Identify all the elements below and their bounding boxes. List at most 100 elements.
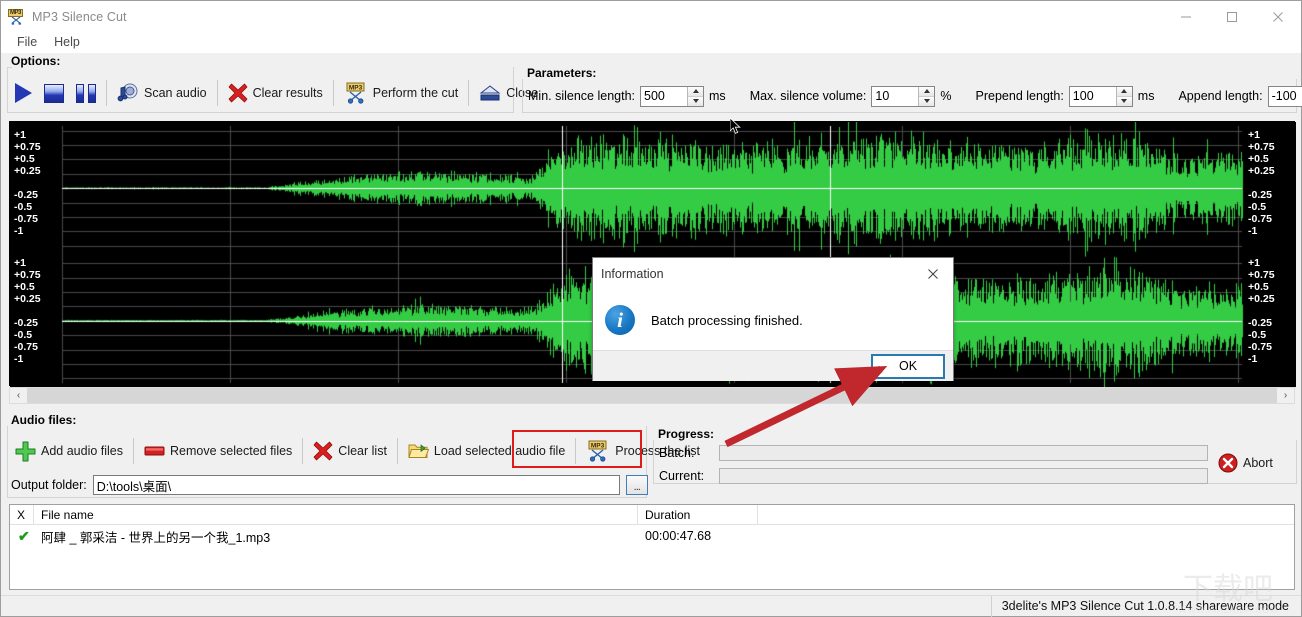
audio-files-toolbar: Add audio files Remove selected files Cl…	[9, 435, 706, 467]
mp3-scissors-icon: MP3	[344, 82, 368, 104]
max-silence-volume-spin-buttons[interactable]	[918, 86, 935, 106]
toolbar-divider	[396, 438, 398, 464]
remove-selected-files-label: Remove selected files	[170, 444, 293, 458]
file-list[interactable]: X File name Duration ✔ 阿肆 _ 郭采洁 - 世界上的另一…	[9, 504, 1295, 590]
toolbar-divider	[216, 80, 218, 106]
waveform-axis-tick: +0.25	[1248, 293, 1275, 305]
waveform-axis-tick: +1	[1248, 257, 1260, 269]
prepend-length-unit: ms	[1137, 89, 1155, 103]
toolbar-divider	[106, 80, 107, 106]
parameters-row: Min. silence length: ms Max. silence vol…	[528, 84, 1302, 108]
append-length-input[interactable]	[1268, 86, 1302, 106]
perform-the-cut-button[interactable]: MP3 Perform the cut	[338, 76, 464, 110]
red-x-icon	[228, 83, 248, 103]
dialog-close-icon[interactable]	[913, 259, 953, 289]
prepend-length-input[interactable]	[1069, 86, 1116, 106]
spin-up-button[interactable]	[688, 86, 704, 97]
abort-button[interactable]: Abort	[1218, 453, 1273, 473]
prepend-length-stepper[interactable]	[1068, 85, 1133, 107]
progress-group-label: Progress:	[658, 427, 715, 441]
waveform-axis-tick: +0.5	[14, 281, 35, 293]
waveform-axis-tick: -1	[1248, 353, 1258, 365]
mp3-scissors-icon: MP3	[8, 8, 26, 26]
remove-selected-files-button[interactable]: Remove selected files	[138, 434, 298, 468]
dialog-message: Batch processing finished.	[651, 312, 803, 328]
spin-up-button[interactable]	[1116, 86, 1132, 97]
dialog-title: Information	[601, 267, 664, 281]
column-header-x[interactable]: X	[10, 504, 34, 525]
toolbar-divider	[332, 80, 334, 106]
spin-down-button[interactable]	[919, 96, 935, 106]
toolbar-divider	[468, 80, 470, 106]
play-icon	[15, 83, 32, 103]
spin-down-button[interactable]	[688, 96, 704, 106]
waveform-axis-tick: +0.5	[1248, 281, 1269, 293]
dialog-title-bar: Information	[593, 258, 953, 290]
pause-button[interactable]	[70, 76, 102, 110]
scroll-right-arrow-icon[interactable]: ›	[1277, 388, 1294, 403]
output-folder-input[interactable]	[92, 475, 620, 495]
append-length-label: Append length:	[1178, 89, 1263, 103]
mp3-scissors-icon: MP3	[586, 440, 610, 462]
clear-results-button[interactable]: Clear results	[222, 76, 329, 110]
waveform-axis-tick: +0.75	[14, 141, 41, 153]
table-row[interactable]: ✔ 阿肆 _ 郭采洁 - 世界上的另一个我_1.mp3 00:00:47.68	[10, 525, 1294, 547]
row-file-name: 阿肆 _ 郭采洁 - 世界上的另一个我_1.mp3	[41, 530, 271, 545]
eject-icon	[479, 84, 501, 102]
waveform-axis-tick: -0.75	[14, 341, 38, 353]
maximize-button[interactable]	[1209, 1, 1255, 32]
scroll-track[interactable]	[27, 388, 1277, 403]
minimize-button[interactable]	[1163, 1, 1209, 32]
information-dialog: Information i Batch processing finished.…	[592, 257, 954, 381]
scan-audio-button[interactable]: Scan audio	[111, 76, 213, 110]
max-silence-volume-stepper[interactable]	[871, 85, 936, 107]
spin-up-button[interactable]	[919, 86, 935, 97]
scan-audio-icon	[117, 82, 139, 104]
waveform-axis-tick: +1	[14, 129, 26, 141]
toolbar-divider	[133, 438, 135, 464]
waveform-axis-tick: -0.25	[1248, 189, 1272, 201]
waveform-axis-tick: -0.25	[14, 317, 38, 329]
add-audio-files-button[interactable]: Add audio files	[9, 434, 129, 468]
waveform-axis-tick: +0.75	[14, 269, 41, 281]
waveform-axis-right: +1 +0.75 +0.5 +0.25 -0.25 -0.5 -0.75 -1 +1 +0.75 +…	[1248, 122, 1298, 387]
menu-bar: File Help	[1, 32, 1301, 53]
title-bar: MP3 MP3 Silence Cut	[1, 1, 1301, 32]
max-silence-volume-input[interactable]	[872, 86, 919, 106]
application-window: MP3 MP3 Silence Cut File Help Options: S…	[0, 0, 1302, 617]
max-silence-volume-unit: %	[940, 89, 952, 103]
load-selected-audio-file-button[interactable]: Load selected audio file	[402, 434, 571, 468]
spin-down-button[interactable]	[1116, 96, 1132, 106]
browse-output-folder-button[interactable]: ...	[625, 475, 648, 495]
batch-progress-row: Batch:	[659, 445, 1208, 461]
pause-icon	[76, 83, 96, 103]
min-silence-length-input[interactable]	[641, 86, 688, 106]
add-audio-files-label: Add audio files	[41, 444, 124, 458]
min-silence-length-stepper[interactable]	[640, 85, 705, 107]
column-header-duration[interactable]: Duration	[638, 504, 758, 525]
dialog-ok-button[interactable]: OK	[871, 353, 945, 379]
clear-list-label: Clear list	[338, 444, 387, 458]
append-length-stepper[interactable]	[1267, 85, 1302, 107]
stop-button[interactable]	[38, 76, 70, 110]
waveform-axis-tick: -0.75	[1248, 213, 1272, 225]
min-silence-length-spin-buttons[interactable]	[687, 86, 704, 106]
stop-icon	[44, 83, 64, 103]
column-header-extra[interactable]	[758, 505, 1294, 525]
waveform-axis-tick: -0.5	[1248, 329, 1267, 341]
scroll-left-arrow-icon[interactable]: ‹	[10, 388, 27, 403]
clear-list-button[interactable]: Clear list	[307, 434, 393, 468]
row-duration: 00:00:47.68	[645, 529, 712, 543]
waveform-axis-tick: -0.5	[1248, 201, 1267, 213]
column-header-file-name[interactable]: File name	[34, 504, 638, 525]
waveform-axis-tick: +0.25	[1248, 165, 1275, 177]
waveform-horizontal-scrollbar[interactable]: ‹ ›	[9, 387, 1295, 404]
batch-progress-label: Batch:	[659, 446, 695, 460]
play-button[interactable]	[9, 76, 38, 110]
waveform-axis-tick: -0.75	[1248, 341, 1272, 353]
waveform-axis-tick: -1	[1248, 225, 1258, 237]
close-window-button[interactable]	[1255, 1, 1301, 32]
menu-file[interactable]: File	[9, 33, 46, 52]
menu-help[interactable]: Help	[46, 33, 89, 52]
prepend-length-spin-buttons[interactable]	[1115, 86, 1132, 106]
